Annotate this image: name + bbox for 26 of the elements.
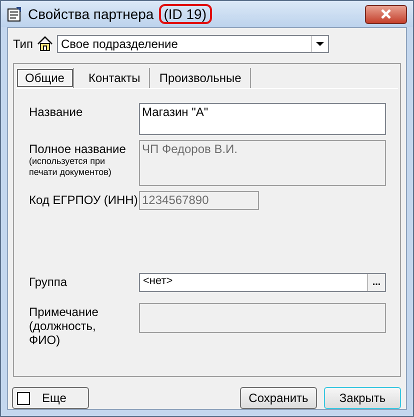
save-button[interactable]: Сохранить <box>240 387 317 409</box>
field-label: Группа <box>29 275 68 289</box>
tab[interactable]: Контакты <box>79 68 150 88</box>
field-label: Код ЕГРПОУ (ИНН) <box>29 193 139 207</box>
close-dialog-button[interactable]: Закрыть <box>324 387 401 409</box>
caret-icon <box>316 42 324 46</box>
type-label: Тип <box>13 37 34 51</box>
more-toggle[interactable]: Еще <box>12 387 89 409</box>
tab[interactable]: Произвольные <box>150 68 252 88</box>
close-button[interactable] <box>365 4 407 24</box>
type-dropdown[interactable]: Свое подразделение <box>57 35 330 53</box>
close-icon <box>380 9 392 19</box>
browse-button[interactable]: ... <box>367 274 385 291</box>
checkbox[interactable] <box>17 392 30 404</box>
group-field[interactable]: <нет> ... <box>139 273 386 292</box>
field-label: Полное название <box>29 142 127 156</box>
field-hint: (используется при печати документов) <box>29 156 112 178</box>
field-label: Название <box>29 105 84 119</box>
field-label: Примечание (должность, ФИО) <box>29 305 100 347</box>
group-value: <нет> <box>142 274 174 289</box>
properties-icon <box>7 6 23 22</box>
tab[interactable]: Общие <box>16 68 74 88</box>
window-title: Свойства партнера <box>28 6 154 22</box>
house-icon <box>37 36 54 52</box>
text-field[interactable]: Магазин "А" <box>139 103 386 135</box>
id-label: (ID 19) <box>158 4 212 24</box>
